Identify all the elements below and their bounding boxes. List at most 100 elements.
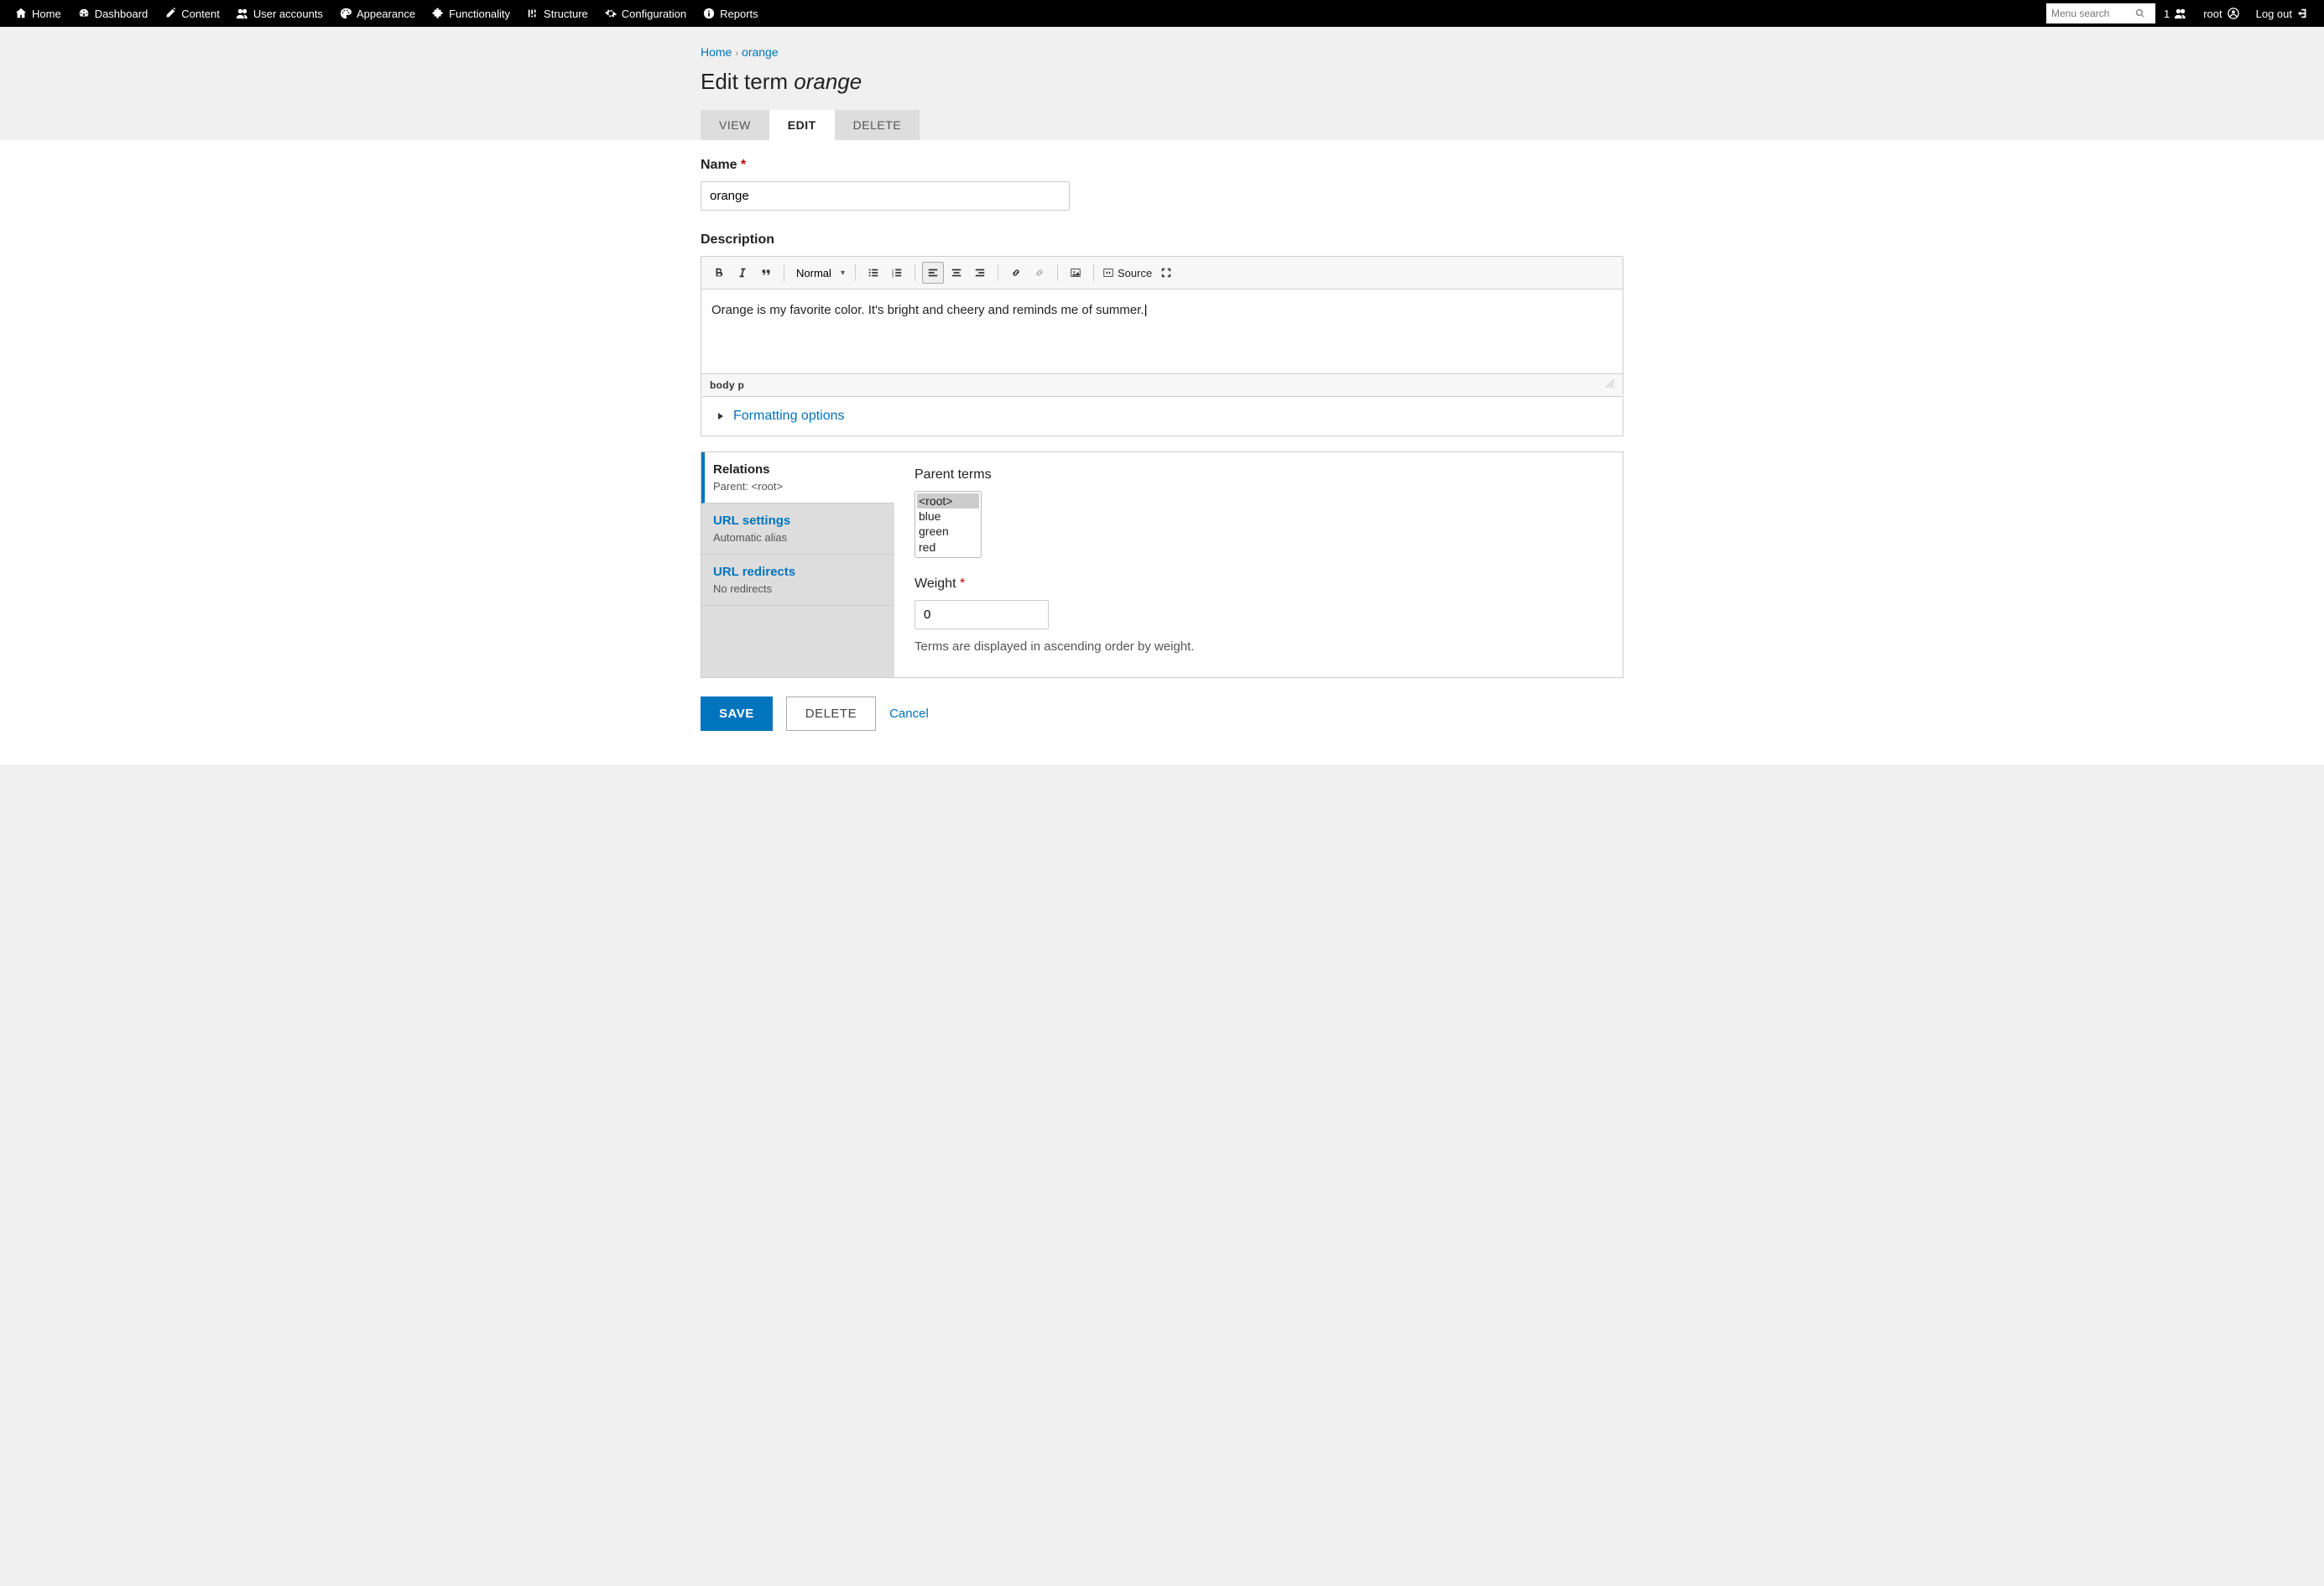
nav-appearance[interactable]: Appearance	[331, 0, 424, 27]
nav-functionality[interactable]: Functionality	[424, 0, 518, 27]
user-menu[interactable]: root	[2195, 0, 2247, 27]
svg-text:3: 3	[892, 274, 894, 278]
vtab-summary: No redirects	[713, 582, 883, 595]
menu-search[interactable]	[2046, 3, 2155, 23]
align-center-button[interactable]	[946, 262, 967, 284]
search-icon	[2135, 8, 2145, 18]
bold-button[interactable]	[708, 262, 730, 284]
weight-input[interactable]	[914, 600, 1049, 629]
breadcrumb-link[interactable]: Home	[701, 45, 732, 59]
menu-search-input[interactable]	[2051, 8, 2135, 19]
vtab-title: URL redirects	[713, 565, 883, 579]
formatting-options-toggle[interactable]: Formatting options	[701, 397, 1623, 436]
resize-handle-icon[interactable]	[1606, 379, 1614, 388]
structure-icon	[527, 8, 539, 19]
link-button[interactable]	[1005, 262, 1027, 284]
users-icon	[237, 8, 248, 19]
format-select-input[interactable]: Normal	[791, 264, 848, 282]
session-count[interactable]: 1	[2155, 0, 2195, 27]
vtab-summary: Automatic alias	[713, 531, 883, 544]
form-actions: SAVE DELETE Cancel	[701, 696, 1623, 731]
primary-tabs: VIEWEDITDELETE	[701, 110, 1623, 140]
vtab-summary: Parent: <root>	[713, 480, 883, 493]
unlink-button[interactable]	[1029, 262, 1050, 284]
formatting-options-link[interactable]: Formatting options	[733, 409, 845, 424]
info-icon	[703, 8, 715, 19]
blockquote-button[interactable]	[755, 262, 777, 284]
richtext-editor: Normal 123 Source Orange is my favorite …	[701, 256, 1623, 397]
home-icon	[15, 8, 27, 19]
nav-dashboard[interactable]: Dashboard	[70, 0, 157, 27]
nav-label: Structure	[544, 8, 588, 20]
nav-content[interactable]: Content	[156, 0, 228, 27]
cancel-link[interactable]: Cancel	[889, 707, 929, 721]
source-button[interactable]: Source	[1101, 267, 1154, 279]
source-label: Source	[1118, 267, 1152, 279]
pencil-icon	[164, 8, 176, 19]
description-label: Description	[701, 232, 1623, 248]
tab-delete[interactable]: DELETE	[835, 110, 920, 140]
admin-bar: Home Dashboard Content User accounts Appeara…	[0, 0, 2324, 27]
parent-option[interactable]: blue	[917, 509, 979, 524]
nav-structure[interactable]: Structure	[518, 0, 597, 27]
vtab-title: Relations	[713, 462, 883, 477]
people-icon	[2175, 8, 2186, 19]
bullet-list-button[interactable]	[862, 262, 884, 284]
logout-icon	[2297, 8, 2309, 19]
breadcrumb-separator: ›	[735, 49, 738, 59]
weight-label-text: Weight	[914, 576, 956, 591]
format-select[interactable]: Normal	[791, 264, 848, 282]
breadcrumb: Home› orange	[701, 45, 1623, 59]
nav-home[interactable]: Home	[7, 0, 70, 27]
dashboard-icon	[78, 8, 90, 19]
parent-terms-listbox[interactable]: <root>bluegreenredyellow	[914, 491, 982, 558]
nav-label: User accounts	[253, 8, 323, 20]
nav-configuration[interactable]: Configuration	[597, 0, 695, 27]
vtab-relations[interactable]: Relations Parent: <root>	[701, 452, 894, 503]
tab-view[interactable]: VIEW	[701, 110, 769, 140]
editor-text: Orange is my favorite color. It's bright…	[711, 303, 1148, 317]
logout-link[interactable]: Log out	[2248, 0, 2317, 27]
numbered-list-button[interactable]: 123	[886, 262, 908, 284]
nav-label: Home	[32, 8, 61, 20]
nav-label: Configuration	[622, 8, 686, 20]
nav-label: Appearance	[357, 8, 415, 20]
editor-path[interactable]: body p	[710, 379, 744, 391]
parent-terms-label: Parent terms	[914, 467, 1602, 483]
tab-edit[interactable]: EDIT	[769, 110, 835, 140]
nav-user-accounts[interactable]: User accounts	[228, 0, 331, 27]
vertical-tabs: Relations Parent: <root> URL settings Autom…	[701, 451, 1623, 678]
save-button[interactable]: SAVE	[701, 696, 773, 731]
weight-label: Weight *	[914, 576, 1602, 592]
vtab-url-redirects[interactable]: URL redirects No redirects	[701, 555, 894, 606]
username: root	[2203, 8, 2222, 20]
admin-bar-right: 1 root Log out	[2046, 0, 2317, 27]
name-input[interactable]	[701, 181, 1070, 211]
vtabs-list: Relations Parent: <root> URL settings Autom…	[701, 452, 894, 677]
editor-status-bar: body p	[701, 373, 1623, 396]
image-button[interactable]	[1065, 262, 1086, 284]
name-label-text: Name	[701, 158, 737, 172]
editor-toolbar: Normal 123 Source	[701, 257, 1623, 290]
parent-option[interactable]: <root>	[917, 493, 979, 509]
nav-label: Dashboard	[95, 8, 149, 20]
weight-help: Terms are displayed in ascending order b…	[914, 639, 1602, 654]
name-label: Name *	[701, 158, 1623, 173]
vtab-title: URL settings	[713, 514, 883, 528]
page-title-term: orange	[794, 69, 862, 94]
breadcrumb-link[interactable]: orange	[742, 45, 779, 59]
align-right-button[interactable]	[969, 262, 991, 284]
nav-reports[interactable]: Reports	[695, 0, 767, 27]
editor-content[interactable]: Orange is my favorite color. It's bright…	[701, 290, 1623, 373]
admin-bar-left: Home Dashboard Content User accounts Appeara…	[7, 0, 767, 27]
user-circle-icon	[2228, 8, 2239, 19]
logout-label: Log out	[2256, 8, 2292, 20]
parent-option[interactable]: red	[917, 540, 979, 555]
required-marker: *	[741, 158, 746, 172]
italic-button[interactable]	[732, 262, 753, 284]
align-left-button[interactable]	[922, 262, 944, 284]
vtab-url-settings[interactable]: URL settings Automatic alias	[701, 503, 894, 555]
delete-button[interactable]: DELETE	[786, 696, 876, 731]
maximize-button[interactable]	[1155, 262, 1177, 284]
parent-option[interactable]: green	[917, 524, 979, 539]
